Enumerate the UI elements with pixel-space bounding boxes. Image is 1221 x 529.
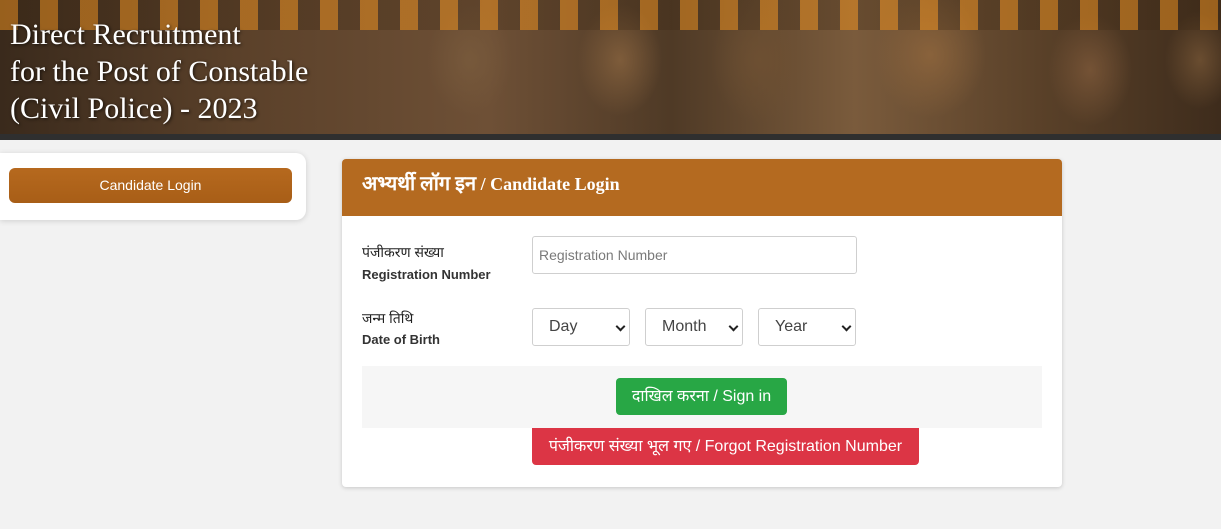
dob-year-select[interactable]: Year: [758, 308, 856, 346]
dob-day-select[interactable]: Day: [532, 308, 630, 346]
chevron-down-icon: [728, 321, 739, 332]
header-banner: Direct Recruitment for the Post of Const…: [0, 0, 1221, 140]
registration-label-hindi: पंजीकरण संख्या: [362, 244, 444, 260]
dob-day-value: Day: [549, 318, 578, 335]
login-title-english: / Candidate Login: [476, 174, 620, 194]
dob-label-hindi: जन्म तिथि: [362, 310, 414, 326]
title-line-1: Direct Recruitment: [10, 18, 241, 51]
login-card-header: अभ्यर्थी लॉग इन / Candidate Login: [342, 159, 1062, 216]
registration-number-input[interactable]: [532, 236, 857, 274]
login-title-hindi: अभ्यर्थी लॉग इन: [362, 173, 477, 195]
signin-area: दाखिल करना / Sign in: [362, 366, 1042, 428]
title-line-2: for the Post of Constable: [10, 55, 309, 88]
title-line-3: (Civil Police) - 2023: [10, 92, 258, 125]
login-card: अभ्यर्थी लॉग इन / Candidate Login पंजीकर…: [342, 159, 1062, 487]
dob-month-value: Month: [662, 318, 707, 335]
registration-label-english: Registration Number: [362, 267, 491, 282]
page-title: Direct Recruitment for the Post of Const…: [10, 16, 308, 127]
chevron-down-icon: [615, 321, 626, 332]
candidate-login-button[interactable]: Candidate Login: [9, 168, 292, 203]
sidebar-card: Candidate Login: [0, 153, 306, 220]
forgot-registration-button[interactable]: पंजीकरण संख्या भूल गए / Forgot Registrat…: [532, 428, 919, 465]
dob-month-select[interactable]: Month: [645, 308, 743, 346]
chevron-down-icon: [841, 321, 852, 332]
sign-in-button[interactable]: दाखिल करना / Sign in: [616, 378, 787, 415]
banner-divider: [0, 134, 1221, 140]
dob-label-english: Date of Birth: [362, 332, 440, 347]
dob-year-value: Year: [775, 318, 808, 335]
